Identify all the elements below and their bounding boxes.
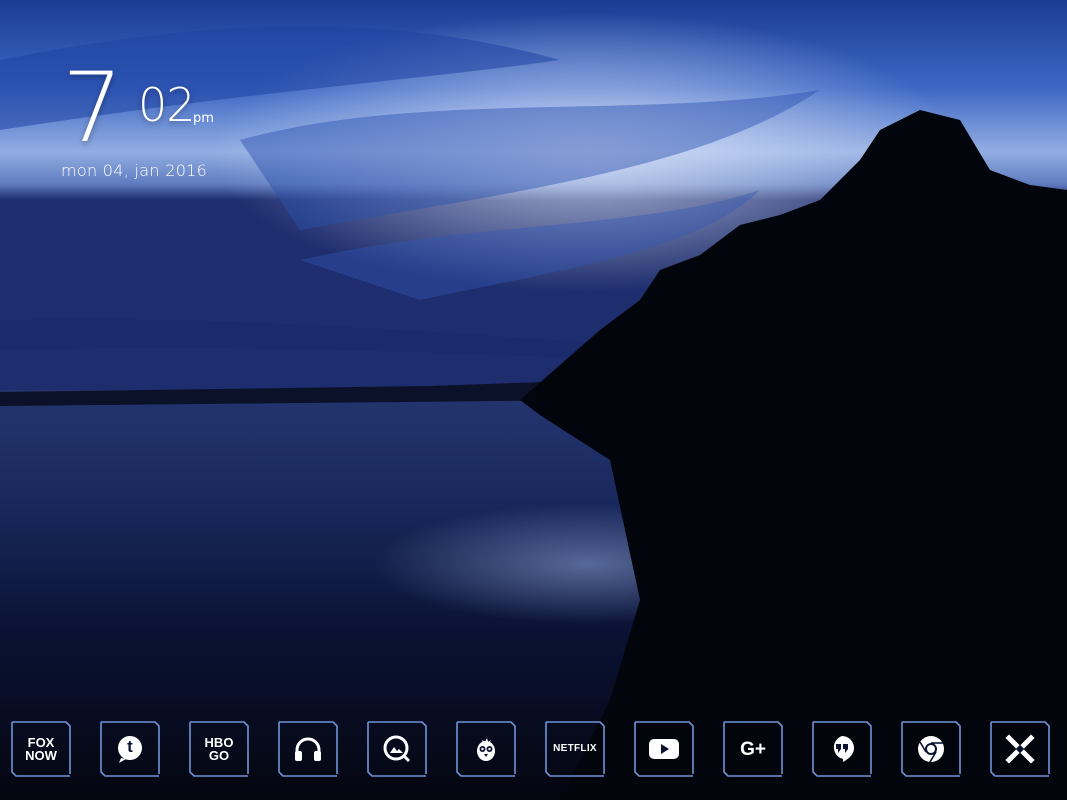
bird-app-button[interactable] [455,720,517,778]
google-plus-label: G+ [740,738,766,760]
clock-ampm: pm [193,111,214,126]
hangouts-app-button[interactable] [811,720,873,778]
fox-now-line2: NOW [25,748,57,763]
google-plus-app-button[interactable]: G+ [722,720,784,778]
x-app-button[interactable] [989,720,1051,778]
netflix-wordmark: NETFLIX [553,743,597,754]
netflix-app-button[interactable]: NETFLIX [544,720,606,778]
photos-app-button[interactable] [366,720,428,778]
clock-hour: 7 [62,52,123,164]
youtube-app-button[interactable] [633,720,695,778]
hbo-go-app-button[interactable]: HBO GO [188,720,250,778]
music-app-button[interactable] [277,720,339,778]
headphones-icon [286,729,330,769]
clock-date: mon 04, jan 2016 [61,161,208,180]
clock-minute: 02 [138,78,196,132]
netflix-icon: NETFLIX [553,729,597,769]
app-dock: FOX NOW t HBO GO NETFLIX G+ [0,712,1067,800]
youtube-icon [642,729,686,769]
photos-icon [375,729,419,769]
chrome-icon [909,729,953,769]
tumblr-letter: t [127,737,133,756]
chrome-app-button[interactable] [900,720,962,778]
x-icon [998,729,1042,769]
google-plus-icon: G+ [731,729,775,769]
fox-now-app-button[interactable]: FOX NOW [10,720,72,778]
bird-icon [464,729,508,769]
tumblr-app-button[interactable]: t [99,720,161,778]
tumblr-icon: t [108,729,152,769]
hangouts-icon [820,729,864,769]
fox-now-icon: FOX NOW [19,729,63,769]
hbo-go-line2: GO [208,748,230,763]
hbo-go-icon: HBO GO [197,729,241,769]
